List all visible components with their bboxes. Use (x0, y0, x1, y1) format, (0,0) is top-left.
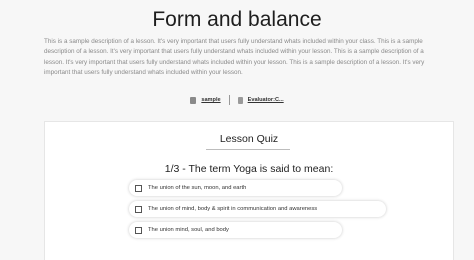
lesson-meta: sample Evaluator:C... (0, 94, 474, 106)
quiz-question: 1/3 - The term Yoga is said to mean: (164, 163, 334, 175)
answer-text: The union mind, soul, and body (148, 227, 229, 233)
quiz-card: Lesson Quiz 1/3 - The term Yoga is said … (44, 121, 454, 260)
page-title: Form and balance (152, 8, 322, 31)
answer-option-1[interactable]: The union of the sun, moon, and earth (129, 180, 342, 196)
evaluator-link[interactable]: Evaluator:C... (248, 97, 284, 103)
answer-option-2[interactable]: The union of mind, body & spirit in comm… (129, 201, 386, 217)
quiz-title-underline (206, 149, 290, 150)
category-item[interactable]: sample (190, 96, 221, 104)
tag-icon (190, 96, 197, 104)
quiz-title: Lesson Quiz (219, 133, 279, 145)
evaluator-item[interactable]: Evaluator:C... (237, 96, 284, 104)
document-icon (237, 96, 243, 104)
answer-checkbox[interactable] (135, 226, 142, 234)
answer-text: The union of mind, body & spirit in comm… (148, 206, 318, 212)
lesson-description: This is a sample description of a lesson… (44, 38, 425, 77)
answer-option-3[interactable]: The union mind, soul, and body (129, 222, 342, 238)
answer-text: The union of the sun, moon, and earth (148, 185, 247, 191)
answer-checkbox[interactable] (135, 205, 142, 213)
answer-checkbox[interactable] (135, 184, 142, 192)
category-link[interactable]: sample (201, 97, 220, 103)
meta-divider (228, 95, 230, 105)
